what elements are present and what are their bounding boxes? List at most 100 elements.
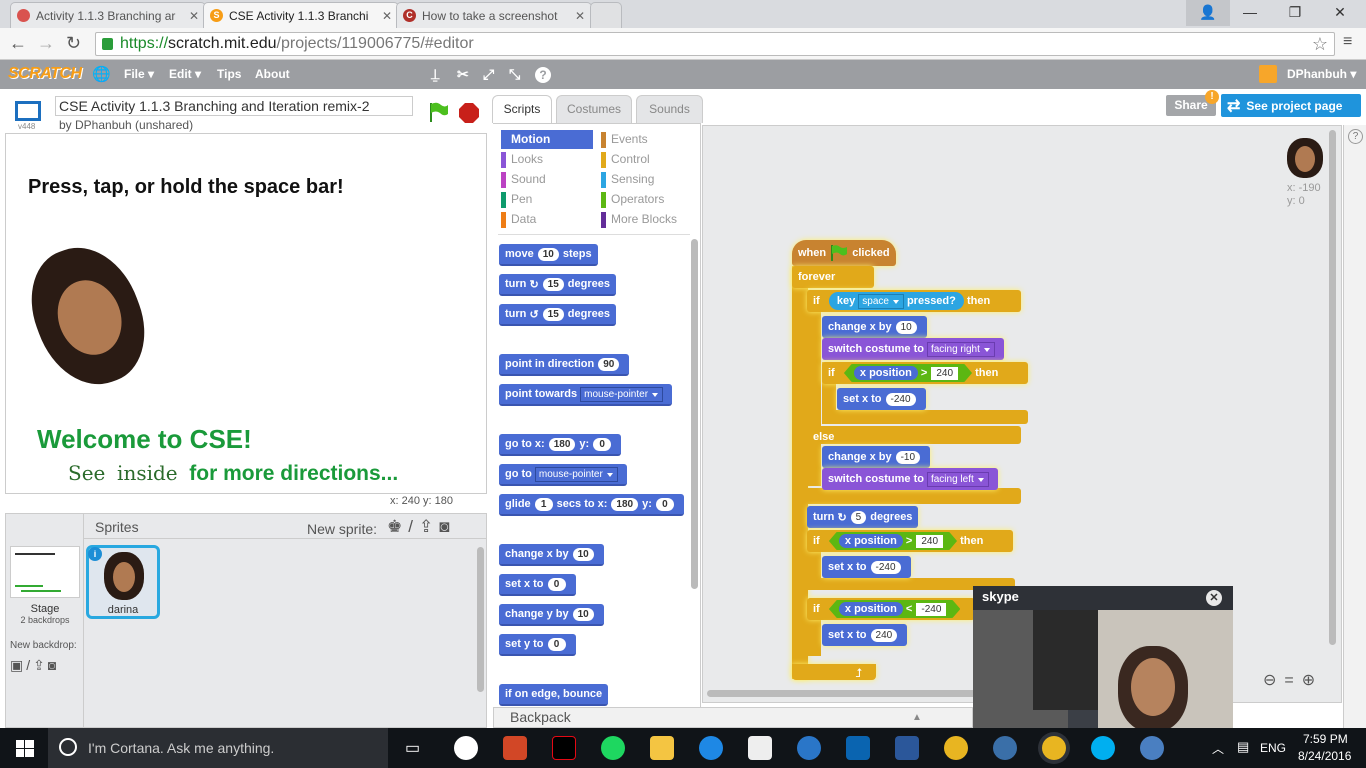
set-x-block[interactable]: set x to -240 — [837, 388, 926, 410]
block-set-x[interactable]: set x to 0 — [499, 574, 576, 596]
clock-date[interactable]: 8/24/2016 — [1298, 749, 1351, 763]
block-change-y[interactable]: change y by 10 — [499, 604, 604, 626]
project-title-input[interactable]: CSE Activity 1.1.3 Branching and Iterati… — [55, 96, 413, 116]
duplicate-tool-icon[interactable]: ⍊ — [431, 66, 439, 83]
darina-sprite[interactable] — [15, 232, 161, 400]
spotify-icon[interactable] — [601, 736, 625, 760]
cortana-search-box[interactable]: I'm Cortana. Ask me anything. — [48, 728, 388, 768]
tab-scripts[interactable]: Scripts — [492, 95, 552, 123]
if-else-block[interactable]: if key space pressed? then — [807, 290, 1021, 312]
safari-icon[interactable] — [797, 736, 821, 760]
block-point-towards[interactable]: point towards mouse-pointer — [499, 384, 673, 406]
category-sound[interactable]: Sound — [501, 171, 546, 188]
skype-taskbar-icon[interactable] — [1091, 736, 1115, 760]
help-icon[interactable]: ? — [535, 67, 551, 83]
chrome-menu-icon[interactable]: ≡ — [1343, 33, 1352, 51]
if-x-gt-block-2[interactable]: if x position >240 then — [807, 530, 1013, 552]
block-glide[interactable]: glide 1 secs to x: 180 y: 0 — [499, 494, 684, 516]
lt-operator-block[interactable]: x position < -240 — [828, 600, 961, 618]
category-pen[interactable]: Pen — [501, 191, 532, 208]
word-icon[interactable] — [895, 736, 919, 760]
change-x-neg-block[interactable]: change x by -10 — [822, 446, 931, 468]
tab-costumes[interactable]: Costumes — [556, 95, 632, 123]
set-x-neg-block[interactable]: set x to -240 — [822, 556, 911, 578]
store-icon[interactable] — [748, 736, 772, 760]
if-x-lt-block[interactable]: if x position < -240 — [807, 598, 975, 620]
category-sensing[interactable]: Sensing — [601, 171, 654, 188]
block-goto-xy[interactable]: go to x: 180 y: 0 — [499, 434, 622, 456]
category-events[interactable]: Events — [601, 131, 648, 148]
set-x-pos-block[interactable]: set x to 240 — [822, 624, 908, 646]
close-tab-icon[interactable]: ✕ — [189, 9, 199, 23]
chrome-active-icon[interactable] — [1042, 736, 1066, 760]
skype-video-window[interactable]: skype ✕ — [973, 586, 1233, 728]
windows-start-icon[interactable] — [16, 740, 34, 757]
category-control[interactable]: Control — [601, 151, 650, 168]
if-x-gt-block[interactable]: if x position >240 then — [822, 362, 1028, 384]
camera-backdrop-icon[interactable]: ◙ — [48, 657, 59, 673]
tips-menu[interactable]: Tips — [217, 67, 241, 81]
clock-time[interactable]: 7:59 PM — [1303, 732, 1348, 746]
notifications-icon[interactable]: ▤ — [1237, 739, 1249, 755]
stage-canvas[interactable]: Press, tap, or hold the space bar! Welco… — [5, 133, 487, 494]
change-x-block[interactable]: change x by 10 — [822, 316, 927, 338]
category-data[interactable]: Data — [501, 211, 536, 228]
category-looks[interactable]: Looks — [501, 151, 543, 168]
see-project-page-button[interactable]: ⇄ See project page — [1221, 94, 1361, 117]
browser-tab[interactable]: C How to take a screenshot ✕ — [396, 2, 592, 28]
url-input[interactable]: https://scratch.mit.edu/projects/1190067… — [95, 32, 1335, 56]
close-tab-icon[interactable]: ✕ — [575, 9, 585, 23]
chrome-icon[interactable] — [944, 736, 968, 760]
category-motion[interactable]: Motion — [501, 131, 550, 148]
zoom-in-icon[interactable]: ⊕ — [1302, 672, 1323, 689]
profile-icon[interactable]: 👤 — [1186, 0, 1230, 26]
close-window-button[interactable]: ✕ — [1318, 0, 1362, 26]
switch-costume-block[interactable]: switch costume to facing right — [822, 338, 1004, 360]
file-explorer-icon[interactable] — [650, 736, 674, 760]
block-goto[interactable]: go to mouse-pointer — [499, 464, 627, 486]
backpack-bar[interactable]: Backpack ▲ — [493, 707, 973, 728]
paint-backdrop-icon[interactable]: ▣ — [10, 657, 26, 673]
netflix-icon[interactable] — [552, 736, 576, 760]
outlook-icon[interactable] — [846, 736, 870, 760]
script-v-scrollbar[interactable] — [1329, 130, 1336, 645]
turn-degrees-block[interactable]: turn ↻ 5 degrees — [807, 506, 919, 528]
sprite-list-scrollbar[interactable] — [477, 547, 484, 692]
browser-tab-active[interactable]: S CSE Activity 1.1.3 Branchi ✕ — [203, 2, 399, 28]
app-icon[interactable] — [993, 736, 1017, 760]
itunes-icon[interactable] — [454, 736, 478, 760]
skype-close-icon[interactable]: ✕ — [1206, 590, 1222, 606]
category-more-blocks[interactable]: More Blocks — [601, 211, 677, 228]
grow-tool-icon[interactable]: ⤢ — [483, 66, 494, 83]
language-globe-icon[interactable]: 🌐 — [92, 65, 111, 83]
category-operators[interactable]: Operators — [601, 191, 664, 208]
tray-chevron-icon[interactable]: ︿ — [1212, 740, 1224, 757]
minimize-button[interactable]: — — [1228, 0, 1272, 26]
switch-costume-left-block[interactable]: switch costume to facing left — [822, 468, 998, 490]
paint-sprite-icon[interactable]: / — [408, 517, 419, 536]
palette-scrollbar[interactable] — [691, 239, 698, 589]
new-tab-button[interactable] — [590, 2, 622, 28]
file-menu[interactable]: File ▾ — [124, 67, 154, 81]
block-turn-right[interactable]: turn ↻ 15 degrees — [499, 274, 616, 296]
gt-operator-block[interactable]: x position >240 — [828, 532, 958, 550]
upload-sprite-icon[interactable]: ⇪ — [419, 517, 439, 536]
tab-sounds[interactable]: Sounds — [636, 95, 703, 123]
edge-icon[interactable] — [699, 736, 723, 760]
task-view-icon[interactable]: ▭ — [405, 738, 420, 758]
block-point-direction[interactable]: point in direction 90 — [499, 354, 630, 376]
scratch-logo[interactable]: SCRATCH — [8, 65, 82, 83]
camera-sprite-icon[interactable]: ◙ — [439, 517, 455, 536]
user-menu[interactable]: DPhanbuh ▾ — [1287, 67, 1356, 81]
shrink-tool-icon[interactable]: ⤡ — [509, 66, 520, 83]
block-move-steps[interactable]: move 10 steps — [499, 244, 598, 266]
when-flag-clicked-block[interactable]: when clicked — [792, 240, 896, 266]
forward-icon[interactable]: → — [37, 33, 55, 54]
upload-backdrop-icon[interactable]: ⇪ — [33, 657, 48, 673]
sprite-library-icon[interactable]: ♚ — [387, 517, 408, 536]
block-turn-left[interactable]: turn ↺ 15 degrees — [499, 304, 616, 326]
block-change-x[interactable]: change x by 10 — [499, 544, 604, 566]
forever-block[interactable]: forever — [792, 266, 874, 288]
fullscreen-icon[interactable] — [15, 101, 41, 121]
settings-app-icon[interactable] — [1140, 736, 1164, 760]
